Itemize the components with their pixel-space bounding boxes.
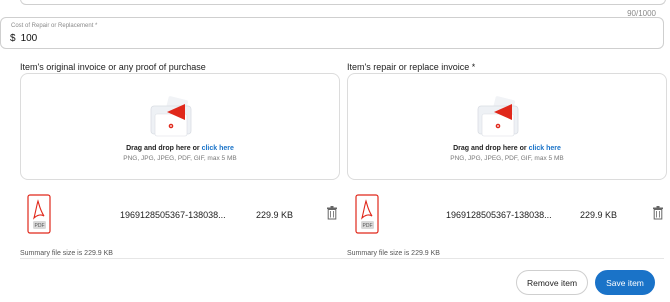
uploaded-file-row: PDF 1969128505367-138038... 229.9 KB <box>355 192 665 238</box>
cost-amount[interactable]: 100 <box>21 33 38 44</box>
repair-invoice-dropzone[interactable]: Drag and drop here or click here PNG, JP… <box>347 73 667 180</box>
summary-file-size: Summary file size is 229.9 KB <box>347 250 440 257</box>
click-here-link[interactable]: click here <box>202 145 234 152</box>
file-size: 229.9 KB <box>580 210 618 220</box>
upload-illustration-icon <box>477 96 519 137</box>
pdf-file-icon: PDF <box>355 194 379 234</box>
cost-input[interactable]: Cost of Repair or Replacement * $100 <box>0 17 664 49</box>
file-name: 1969128505367-138038... <box>446 210 552 220</box>
dropzone-text: Drag and drop here or <box>126 145 202 152</box>
currency-symbol: $ <box>10 33 16 44</box>
uploaded-file-row: PDF 1969128505367-138038... 229.9 KB <box>27 192 337 238</box>
dropzone-instructions: Drag and drop here or click here <box>21 145 339 152</box>
trash-icon[interactable] <box>326 206 338 220</box>
pdf-file-icon: PDF <box>27 194 51 234</box>
cost-value[interactable]: $100 <box>10 33 37 44</box>
summary-file-size: Summary file size is 229.9 KB <box>20 250 113 257</box>
file-name: 1969128505367-138038... <box>120 210 226 220</box>
remove-item-button[interactable]: Remove item <box>516 270 588 295</box>
original-invoice-dropzone[interactable]: Drag and drop here or click here PNG, JP… <box>20 73 340 180</box>
dropzone-text: Drag and drop here or <box>453 145 529 152</box>
save-item-button[interactable]: Save item <box>595 270 655 295</box>
original-invoice-title: Item's original invoice or any proof of … <box>20 62 206 72</box>
section-divider <box>20 258 664 259</box>
file-size: 229.9 KB <box>256 210 294 220</box>
pdf-type-label: PDF <box>363 223 373 229</box>
upload-illustration-icon <box>150 96 192 137</box>
description-textarea-bottom[interactable] <box>20 0 666 5</box>
dropzone-hint: PNG, JPG, JPEG, PDF, GIF, max 5 MB <box>450 155 564 162</box>
cost-label: Cost of Repair or Replacement * <box>11 23 98 29</box>
repair-invoice-title: Item's repair or replace invoice * <box>347 62 476 72</box>
dropzone-hint: PNG, JPG, JPEG, PDF, GIF, max 5 MB <box>123 155 237 162</box>
click-here-link[interactable]: click here <box>529 145 561 152</box>
trash-icon[interactable] <box>652 206 664 220</box>
dropzone-instructions: Drag and drop here or click here <box>348 145 666 152</box>
pdf-type-label: PDF <box>35 223 45 229</box>
